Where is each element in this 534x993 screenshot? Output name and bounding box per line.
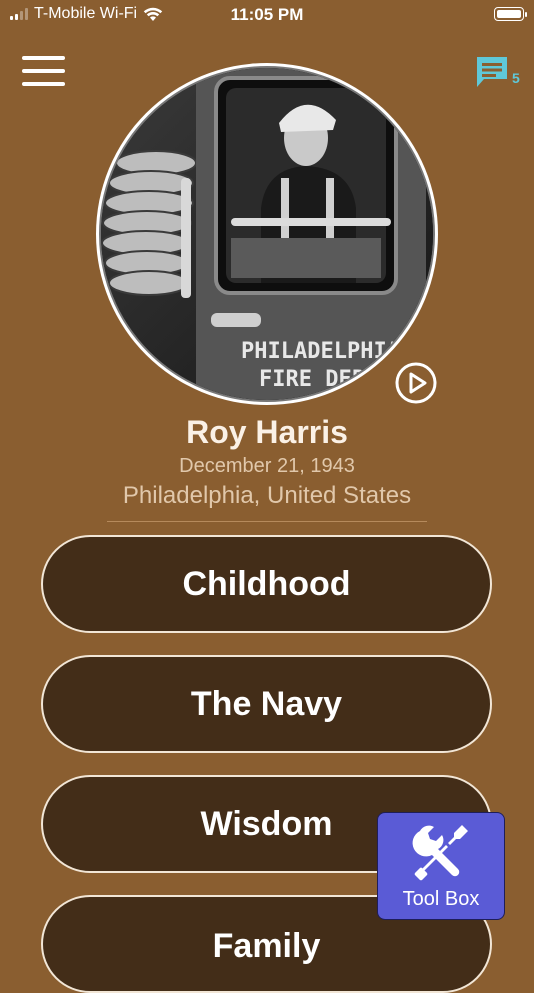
chapter-button-childhood[interactable]: Childhood	[41, 535, 492, 633]
chapter-label: Family	[212, 927, 321, 965]
status-bar: T-Mobile Wi-Fi 11:05 PM	[0, 0, 534, 32]
profile-location: Philadelphia, United States	[122, 482, 412, 509]
play-icon	[409, 372, 427, 394]
profile-name: Roy Harris	[186, 414, 348, 450]
toolbox-button[interactable]: Tool Box	[377, 812, 505, 920]
chat-count-badge: 5	[512, 70, 520, 86]
menu-button[interactable]	[22, 56, 66, 88]
chapter-label: Childhood	[182, 564, 351, 603]
profile-photo-image: PHILADELPHIA FIRE DEPT	[99, 66, 435, 402]
tools-icon	[412, 825, 468, 881]
toolbox-label: Tool Box	[402, 888, 480, 910]
chat-icon	[477, 57, 507, 87]
chat-button[interactable]: 5	[474, 54, 524, 92]
play-button[interactable]	[395, 362, 437, 404]
chapter-label: The Navy	[190, 684, 343, 723]
status-time: 11:05 PM	[230, 5, 304, 24]
profile-date: December 21, 1943	[179, 455, 355, 477]
photo-sign-line1: PHILADELPHIA	[241, 339, 400, 364]
photo-sign-line2: FIRE DEPT	[259, 367, 378, 392]
chapter-label: Wisdom	[200, 804, 333, 843]
battery-icon	[494, 7, 527, 21]
hamburger-icon	[22, 56, 65, 60]
profile-photo[interactable]: PHILADELPHIA FIRE DEPT	[96, 63, 438, 405]
chapter-button-the-navy[interactable]: The Navy	[41, 655, 492, 753]
divider	[107, 521, 427, 522]
